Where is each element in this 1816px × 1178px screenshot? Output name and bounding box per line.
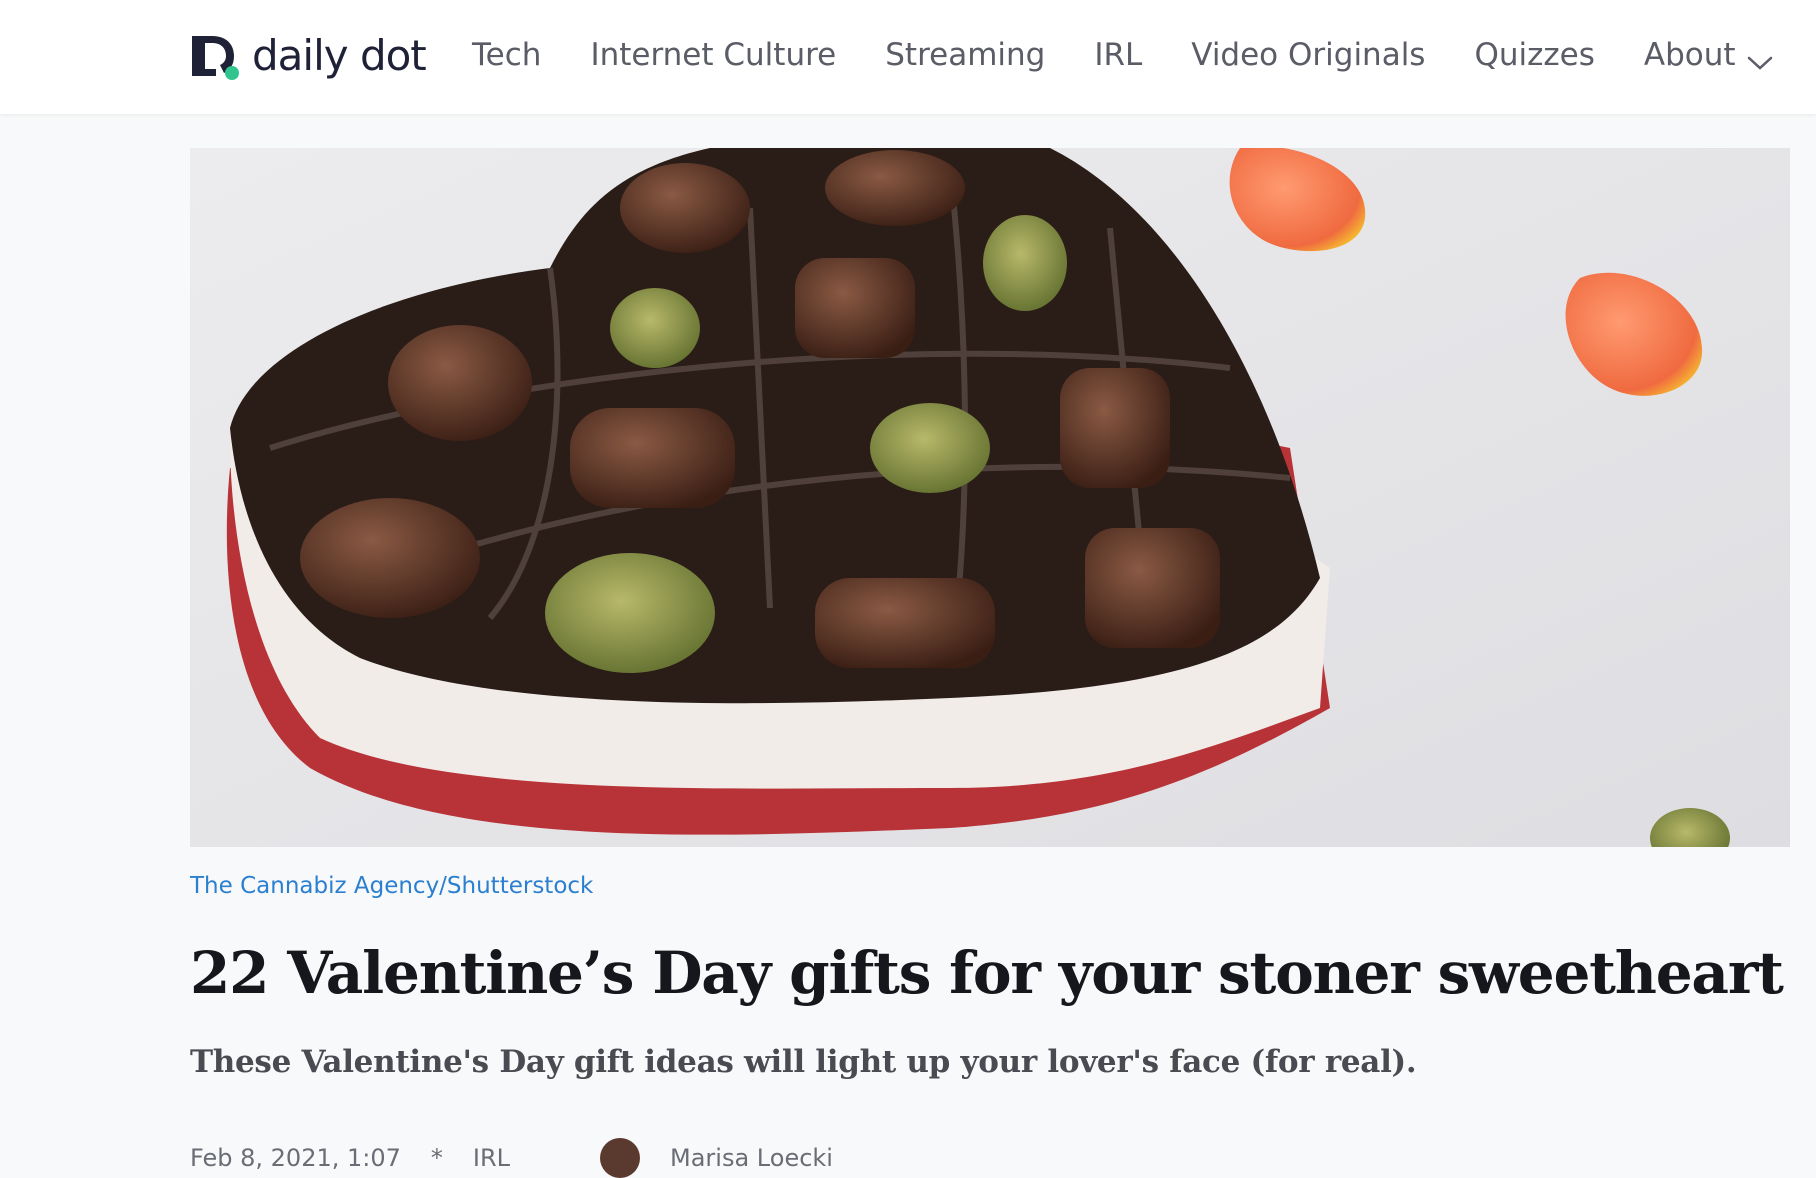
site-logo[interactable]: daily dot — [190, 30, 427, 82]
nav-link-tech[interactable]: Tech — [472, 37, 541, 73]
nav-link-video-originals[interactable]: Video Originals — [1191, 37, 1425, 73]
article-date: Feb 8, 2021, 1:07 — [190, 1144, 401, 1172]
nav-link-internet-culture[interactable]: Internet Culture — [590, 37, 836, 73]
article-meta: Feb 8, 2021, 1:07 * IRL Marisa Loecki — [190, 1138, 833, 1178]
nav-link-streaming[interactable]: Streaming — [885, 37, 1045, 73]
meta-separator-icon: * — [430, 1144, 443, 1172]
author-avatar[interactable] — [600, 1138, 641, 1178]
image-credit-link[interactable]: The Cannabiz Agency/Shutterstock — [190, 873, 593, 899]
main-nav: Tech Internet Culture Streaming IRL Vide… — [472, 0, 1774, 110]
nav-link-about[interactable]: About — [1644, 37, 1774, 73]
logo-wordmark: daily dot — [252, 31, 427, 80]
article-category-link[interactable]: IRL — [473, 1144, 510, 1172]
article-title: 22 Valentine’s Day gifts for your stoner… — [190, 939, 1784, 1007]
daily-dot-logo-icon — [190, 32, 242, 80]
chevron-down-icon — [1746, 45, 1774, 70]
article-subtitle: These Valentine's Day gift ideas will li… — [190, 1044, 1417, 1080]
hero-image — [190, 148, 1790, 847]
nav-about-label: About — [1643, 37, 1736, 73]
nav-link-quizzes[interactable]: Quizzes — [1474, 37, 1594, 73]
nav-link-irl[interactable]: IRL — [1094, 37, 1142, 73]
top-navbar: daily dot Tech Internet Culture Streamin… — [0, 0, 1816, 114]
article-author[interactable]: Marisa Loecki — [670, 1144, 833, 1172]
